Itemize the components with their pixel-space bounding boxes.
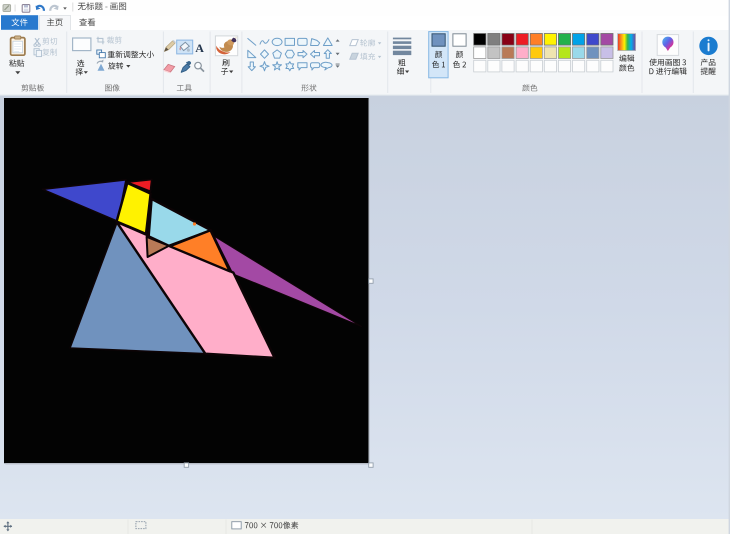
svg-text:A: A bbox=[195, 41, 204, 55]
